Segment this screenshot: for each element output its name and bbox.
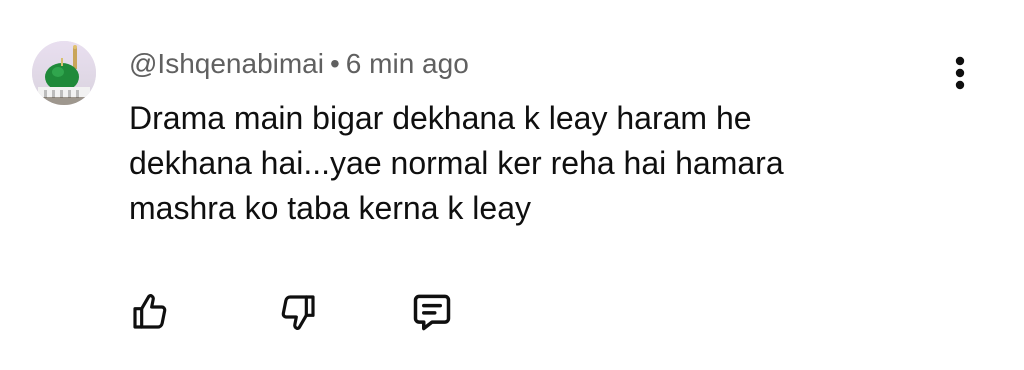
comment-timestamp: 6 min ago (345, 48, 469, 79)
reply-button[interactable] (410, 290, 454, 334)
comment-header: @Ishqenabimai • 6 min ago (129, 46, 469, 82)
comment-text: Drama main bigar dekhana k leay haram he… (129, 96, 909, 231)
thumbs-down-icon (281, 295, 315, 330)
comment-text-line: dekhana hai...yae normal ker reha hai ha… (129, 145, 784, 181)
author-name[interactable]: @Ishqenabimai (129, 48, 324, 79)
more-vertical-icon (955, 56, 965, 90)
separator-dot: • (329, 48, 340, 79)
thumbs-up-icon (133, 294, 167, 329)
like-button[interactable] (128, 290, 172, 334)
dislike-button[interactable] (276, 290, 320, 334)
more-options-button[interactable] (946, 50, 974, 96)
avatar[interactable] (32, 41, 96, 105)
green-dome-icon (32, 41, 96, 105)
comment-text-line: Drama main bigar dekhana k leay haram he (129, 100, 752, 136)
comment-reply-icon (413, 294, 451, 331)
comment-text-line: mashra ko taba kerna k leay (129, 190, 531, 226)
comment-item: @Ishqenabimai • 6 min ago Drama main bigar… (0, 0, 1024, 370)
